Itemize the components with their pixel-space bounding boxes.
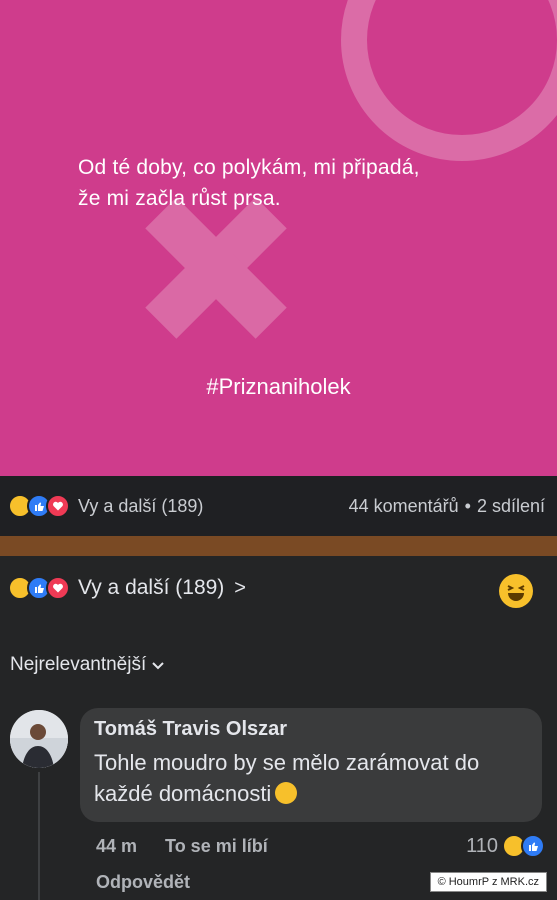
watermark: © HoumrP z MRK.cz	[429, 872, 547, 892]
haha-reaction-button-icon[interactable]	[499, 574, 533, 608]
like-comment-button[interactable]: To se mi líbí	[165, 836, 268, 857]
quote-line: Od té doby, co polykám, mi připadá,	[78, 156, 420, 179]
like-reaction-icon	[521, 834, 545, 858]
post-image[interactable]: Od té doby, co polykám, mi připadá, že m…	[0, 0, 557, 476]
reply-button[interactable]: Odpovědět	[96, 872, 190, 893]
avatar[interactable]	[10, 710, 68, 768]
comment-author[interactable]: Tomáš Travis Olszar	[94, 718, 528, 741]
love-reaction-icon	[46, 494, 70, 518]
sort-label: Nejrelevantnější	[10, 654, 147, 675]
post-reaction-bar: Vy a další (189) 44 komentářů • 2 sdílen…	[0, 476, 557, 536]
post-quote: Od té doby, co polykám, mi připadá, že m…	[78, 152, 518, 214]
separator-dot: •	[464, 495, 471, 516]
comment-reaction-count[interactable]: 110	[466, 834, 545, 858]
reaction-icons	[8, 576, 70, 600]
chevron-right-icon: >	[234, 576, 246, 599]
reaction-icons	[502, 834, 545, 858]
reactions-summary[interactable]: Vy a další (189)	[78, 496, 203, 517]
reaction-icons[interactable]	[8, 494, 70, 518]
comment-actions: 44 m To se mi líbí	[96, 836, 268, 857]
comment-sort-dropdown[interactable]: Nejrelevantnější	[10, 654, 164, 676]
love-reaction-icon	[46, 576, 70, 600]
reaction-count-value: 110	[466, 834, 498, 857]
comment-bubble[interactable]: Tomáš Travis Olszar Tohle moudro by se m…	[80, 708, 542, 822]
thread-line	[38, 772, 40, 900]
comment-text-wrap: Tohle moudro by se mělo zarámovat do kaž…	[94, 747, 528, 809]
shares-count-link[interactable]: 2 sdílení	[477, 496, 545, 517]
chevron-down-icon	[152, 657, 164, 673]
screenshot-divider	[0, 536, 557, 556]
reactions-row[interactable]: Vy a další (189) >	[8, 576, 246, 600]
comments-count-link[interactable]: 44 komentářů	[349, 496, 459, 517]
comment-time[interactable]: 44 m	[96, 836, 137, 857]
reactions-summary: Vy a další (189)	[78, 576, 225, 599]
post-hashtag[interactable]: #Priznaniholek	[0, 374, 557, 400]
female-symbol-decoration	[145, 0, 557, 339]
comments-section: Vy a další (189) > Nejrelevantnější Tomá…	[0, 556, 557, 900]
quote-line: že mi začla růst prsa.	[78, 187, 281, 210]
rofl-emoji-icon	[275, 782, 298, 804]
